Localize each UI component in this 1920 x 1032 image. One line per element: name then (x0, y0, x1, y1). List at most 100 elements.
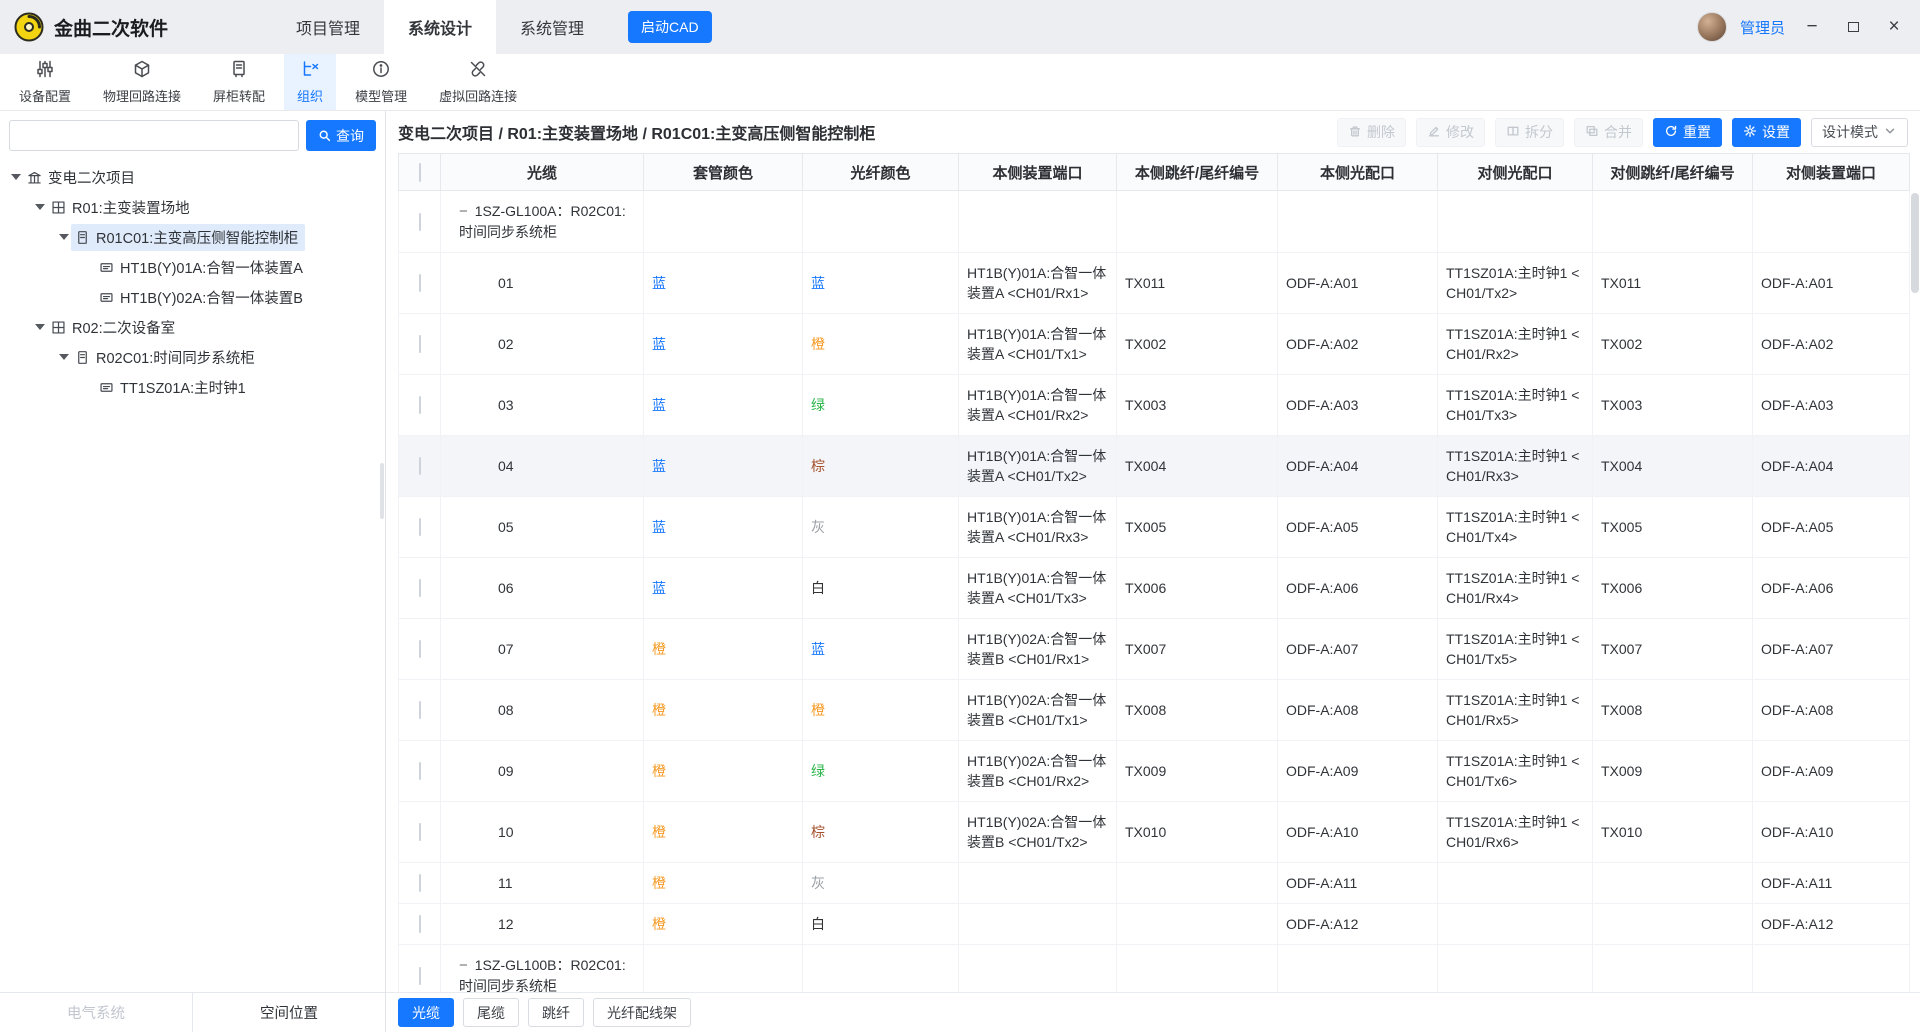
local-device-port-cell: HT1B(Y)01A:合智一体装置A <CH01/Rx3> (959, 497, 1117, 558)
action-button-label: 设计模式 (1822, 122, 1878, 142)
empty-cell (1593, 191, 1753, 253)
checkbox-cell (399, 802, 441, 863)
chevron-down-icon (1883, 124, 1897, 141)
tree-item[interactable]: R02:二次设备室 (0, 312, 385, 342)
username[interactable]: 管理员 (1740, 17, 1785, 38)
virtual-circuit-icon (468, 59, 488, 82)
launch-cad-button[interactable]: 启动CAD (628, 11, 712, 43)
table-header-cell: 套管颜色 (644, 154, 803, 191)
sidebar-scrollbar[interactable] (380, 463, 384, 519)
close-button[interactable]: × (1880, 0, 1908, 54)
row-checkbox[interactable] (419, 915, 421, 933)
action-button[interactable]: 设计模式 (1811, 118, 1908, 147)
checkbox-cell (399, 191, 441, 253)
row-checkbox[interactable] (419, 396, 421, 414)
row-checkbox[interactable] (419, 823, 421, 841)
action-button[interactable]: 删除 (1337, 118, 1406, 147)
fiber-color-cell: 白 (803, 904, 959, 945)
caret-down-icon[interactable] (32, 204, 47, 210)
toolbar-item[interactable]: 物理回路连接 (90, 54, 194, 110)
toolbar-item[interactable]: 模型管理 (342, 54, 420, 110)
checkbox-cell (399, 436, 441, 497)
cable-number-cell: 10 (441, 802, 644, 863)
bottom-tab[interactable]: 光缆 (398, 998, 454, 1027)
select-all-cell (399, 154, 441, 191)
table-row: 09橙绿HT1B(Y)02A:合智一体装置B <CH01/Rx2>TX009OD… (399, 741, 1910, 802)
search-button-label: 查询 (336, 126, 364, 146)
fiber-color-cell: 灰 (803, 497, 959, 558)
local-odf-cell: ODF-A:A07 (1278, 619, 1438, 680)
row-checkbox[interactable] (419, 640, 421, 658)
tree-item-content: HT1B(Y)01A:合智一体装置A (95, 254, 310, 281)
table-row: 04蓝棕HT1B(Y)01A:合智一体装置A <CH01/Tx2>TX004OD… (399, 436, 1910, 497)
nav-tab[interactable]: 项目管理 (272, 0, 384, 54)
action-button[interactable]: 拆分 (1495, 118, 1564, 147)
tree-item[interactable]: HT1B(Y)01A:合智一体装置A (0, 252, 385, 282)
tree-item[interactable]: 变电二次项目 (0, 162, 385, 192)
avatar[interactable] (1697, 12, 1727, 42)
table-scrollbar[interactable] (1911, 193, 1919, 293)
toolbar-item[interactable]: 虚拟回路连接 (426, 54, 530, 110)
row-checkbox[interactable] (419, 579, 421, 597)
action-button[interactable]: 合并 (1574, 118, 1643, 147)
nav-tab-label: 项目管理 (296, 15, 360, 39)
bottom-tab[interactable]: 光纤配线架 (593, 998, 691, 1027)
delete-icon (1348, 124, 1362, 141)
row-checkbox[interactable] (419, 213, 421, 231)
caret-down-icon[interactable] (8, 174, 23, 180)
toolbar-item[interactable]: 组织 (284, 54, 336, 110)
collapse-group-icon[interactable]: − (459, 956, 468, 976)
nav-tab[interactable]: 系统管理 (496, 0, 608, 54)
bottom-tab[interactable]: 跳纤 (528, 998, 584, 1027)
row-checkbox[interactable] (419, 335, 421, 353)
checkbox-cell (399, 497, 441, 558)
local-jumper-cell: TX006 (1117, 558, 1278, 619)
tree-item[interactable]: R01C01:主变高压侧智能控制柜 (0, 222, 385, 252)
tube-color-cell: 蓝 (644, 314, 803, 375)
row-checkbox[interactable] (419, 457, 421, 475)
action-button[interactable]: 设置 (1732, 118, 1801, 147)
empty-cell (959, 945, 1117, 993)
row-checkbox[interactable] (419, 967, 421, 985)
caret-down-icon[interactable] (32, 324, 47, 330)
nav-tab[interactable]: 系统设计 (384, 0, 496, 54)
titlebar-right: 管理员 − × (1697, 0, 1920, 54)
table-container: 光缆套管颜色光纤颜色本侧装置端口本侧跳纤/尾纤编号本侧光配口对侧光配口对侧跳纤/… (386, 153, 1920, 992)
sidebar-tab[interactable]: 电气系统 (0, 993, 192, 1032)
toolbar-item[interactable]: 设备配置 (6, 54, 84, 110)
top-nav: 项目管理系统设计系统管理 (272, 0, 608, 54)
empty-cell (1593, 945, 1753, 993)
action-button[interactable]: 重置 (1653, 118, 1722, 147)
app-title: 金曲二次软件 (54, 14, 168, 41)
caret-down-icon[interactable] (56, 354, 71, 360)
toolbar-item-label: 组织 (297, 86, 323, 105)
row-checkbox[interactable] (419, 274, 421, 292)
tree-item[interactable]: R02C01:时间同步系统柜 (0, 342, 385, 372)
tree-item-label: HT1B(Y)01A:合智一体装置A (120, 257, 303, 278)
local-odf-cell: ODF-A:A08 (1278, 680, 1438, 741)
maximize-button[interactable] (1839, 0, 1867, 54)
tree-item[interactable]: R01:主变装置场地 (0, 192, 385, 222)
search-input[interactable] (9, 120, 299, 151)
checkbox-cell (399, 558, 441, 619)
row-checkbox[interactable] (419, 762, 421, 780)
bottom-tab[interactable]: 尾缆 (463, 998, 519, 1027)
search-button[interactable]: 查询 (306, 120, 376, 151)
toolbar-item[interactable]: 屏柜转配 (200, 54, 278, 110)
fiber-color-cell: 绿 (803, 375, 959, 436)
sidebar-tab[interactable]: 空间位置 (192, 993, 385, 1032)
tree-item[interactable]: HT1B(Y)02A:合智一体装置B (0, 282, 385, 312)
row-checkbox[interactable] (419, 518, 421, 536)
remote-jumper-cell: TX006 (1593, 558, 1753, 619)
action-button[interactable]: 修改 (1416, 118, 1485, 147)
remote-jumper-cell (1593, 863, 1753, 904)
collapse-group-icon[interactable]: − (459, 202, 468, 222)
select-all-checkbox[interactable] (419, 163, 421, 182)
local-jumper-cell: TX008 (1117, 680, 1278, 741)
row-checkbox[interactable] (419, 874, 421, 892)
cabinet-assign-icon (229, 59, 249, 82)
tree-item[interactable]: TT1SZ01A:主时钟1 (0, 372, 385, 402)
caret-down-icon[interactable] (56, 234, 71, 240)
row-checkbox[interactable] (419, 701, 421, 719)
minimize-button[interactable]: − (1798, 0, 1826, 54)
